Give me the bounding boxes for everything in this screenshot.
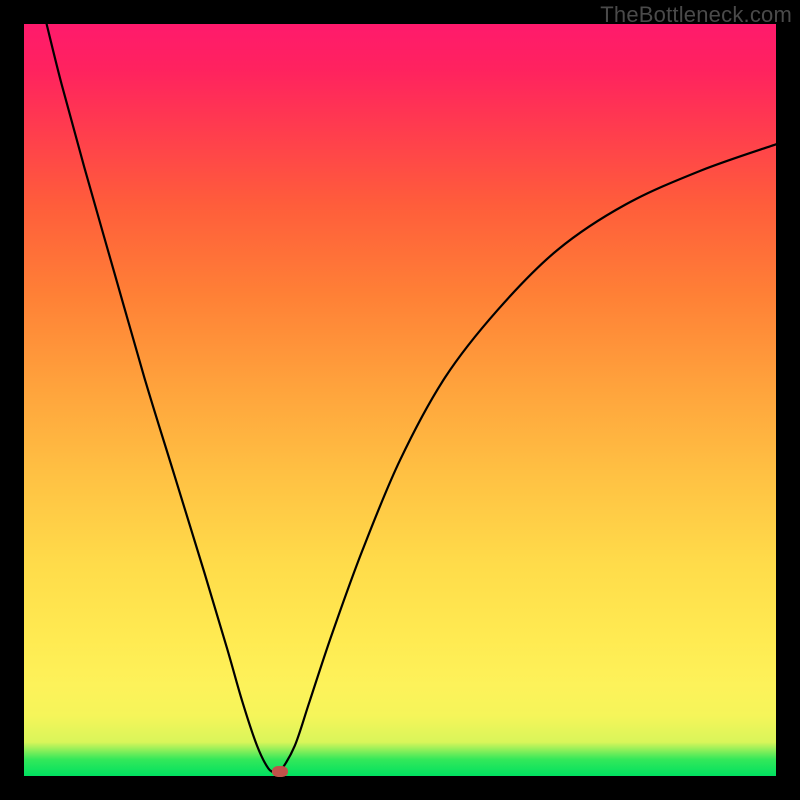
watermark-label: TheBottleneck.com — [600, 2, 792, 28]
chart-frame: TheBottleneck.com — [0, 0, 800, 800]
plot-area — [24, 24, 776, 776]
optimal-marker-icon — [272, 766, 288, 777]
bottleneck-curve — [24, 24, 776, 776]
